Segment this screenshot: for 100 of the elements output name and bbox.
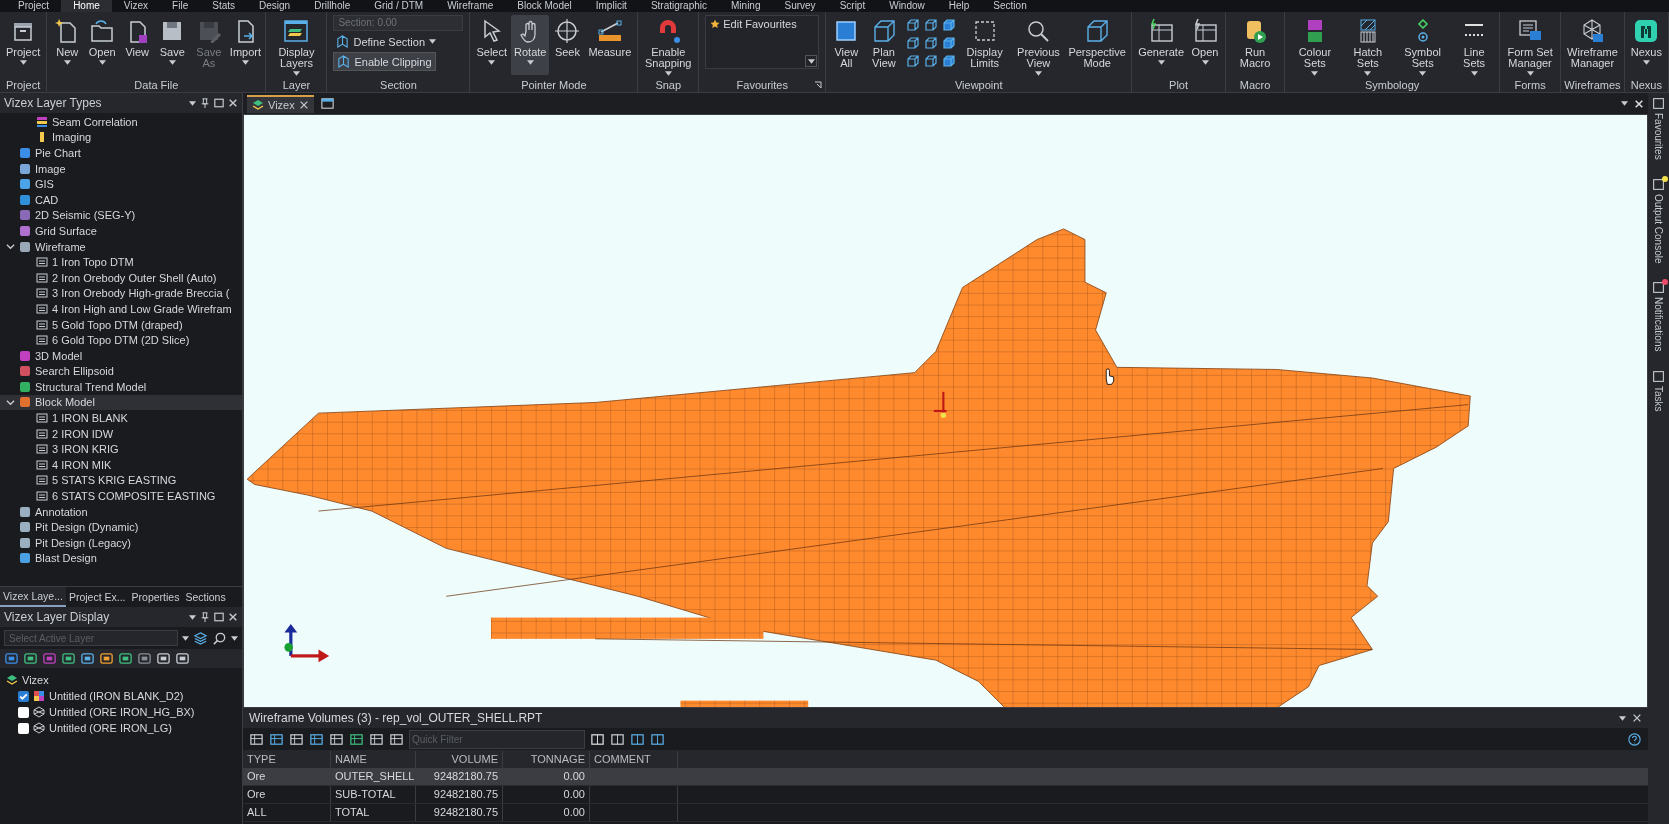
tree-item[interactable]: CAD [0,191,242,208]
ribbon-button[interactable]: Open [1188,15,1222,75]
tree-item[interactable]: Seam Correlation [0,114,242,130]
toolbar-icon[interactable] [249,731,264,747]
ribbon-button[interactable]: Import [228,15,263,75]
ribbon-button[interactable]: Previous View [1011,15,1066,75]
tree-item[interactable]: 3 Iron Orebody High-grade Breccia ( [0,285,242,302]
panel-tab[interactable]: Project Ex... [65,588,129,606]
tree-item[interactable]: Image [0,160,242,177]
ribbon-button[interactable]: View All [829,15,864,75]
layer-checkbox[interactable] [18,722,29,734]
ribbon-button[interactable]: Display Layers [269,15,324,75]
toolbar-icon[interactable] [309,731,324,747]
layers-icon[interactable] [193,630,208,646]
toolbar-icon[interactable] [61,651,76,666]
menu-tab[interactable]: Implicit [583,0,639,12]
ribbon-button[interactable]: Select [473,15,511,75]
favourites-item[interactable]: Edit Favourites [706,16,819,32]
tree-item[interactable]: 5 STATS KRIG EASTING [0,472,242,489]
toolbar-icon[interactable] [156,651,171,666]
layer-checkbox[interactable] [18,706,29,718]
view-direction-button[interactable] [922,35,940,52]
close-icon[interactable] [1632,713,1642,723]
menu-tab[interactable]: Window [877,0,937,12]
column-header[interactable]: COMMENT [590,750,678,768]
tree-item[interactable]: Pit Design (Dynamic) [0,519,242,536]
maximize-icon[interactable] [214,98,224,108]
panel-tab[interactable]: Properties [128,588,183,606]
view-direction-button[interactable] [940,35,958,52]
tree-item[interactable]: 1 Iron Topo DTM [0,254,242,270]
tree-item[interactable]: Vizex [22,674,49,686]
toolbar-icon[interactable] [80,651,95,666]
chevron-icon[interactable] [6,242,15,252]
tree-item[interactable]: 4 IRON MIK [0,457,242,473]
menu-tab[interactable]: Script [827,0,878,12]
ribbon-button[interactable]: Nexus [1627,15,1665,75]
tree-item[interactable]: Structural Trend Model [0,379,242,395]
tree-item[interactable]: 2 Iron Orebody Outer Shell (Auto) [0,269,242,286]
help-icon[interactable] [1627,731,1642,747]
menu-tab[interactable]: Vizex [111,0,161,12]
tree-item[interactable]: Imaging [0,129,242,146]
tree-item[interactable]: Untitled (ORE IRON_HG_BX) [49,706,195,718]
toolbar-icon[interactable] [590,731,605,747]
close-icon[interactable] [1634,98,1644,109]
ribbon-button[interactable]: Wireframe Manager [1564,15,1621,75]
view-direction-button[interactable] [940,53,958,70]
tree-item[interactable]: Wireframe [0,238,242,255]
ribbon-button[interactable]: Measure [585,15,635,75]
ribbon-button[interactable]: Seek [550,15,585,75]
panel-tab[interactable]: Vizex Laye... [0,587,66,607]
table-row[interactable]: ALL TOTAL 92482180.75 0.00 [243,804,1648,822]
chevron-icon[interactable] [6,398,15,407]
define-section-button[interactable]: Define Section [333,33,439,50]
menu-tab[interactable]: Project [6,0,62,12]
ribbon-button[interactable]: View [120,15,155,75]
tree-item[interactable]: Blast Design [0,550,242,567]
tree-item[interactable]: 2 IRON IDW [0,425,242,442]
menu-tab[interactable]: Grid / DTM [362,0,436,12]
menu-tab[interactable]: Survey [772,0,828,12]
tree-item[interactable]: 6 STATS COMPOSITE EASTING [0,488,242,504]
toolbar-icon[interactable] [175,651,190,666]
toolbar-icon[interactable] [610,731,625,747]
toolbar-icon[interactable] [118,651,133,666]
menu-tab[interactable]: Home [61,0,112,12]
tree-item[interactable]: 3 IRON KRIG [0,441,242,458]
tree-item[interactable]: Untitled (IRON BLANK_D2) [49,690,184,702]
close-icon[interactable] [228,98,238,108]
pin-icon[interactable] [200,98,210,108]
search-icon[interactable] [212,630,227,646]
new-tab-icon[interactable] [319,96,335,111]
menu-tab[interactable]: Section [981,0,1039,12]
menu-tab[interactable]: Wireframe [435,0,506,12]
ribbon-button[interactable]: Project [3,15,44,75]
tree-item[interactable]: 6 Gold Topo DTM (2D Slice) [0,332,242,348]
tree-item[interactable]: Block Model [0,394,242,411]
view-direction-button[interactable] [940,17,958,34]
tree-item[interactable]: 1 IRON BLANK [0,410,242,426]
toolbar-icon[interactable] [389,731,404,747]
toolbar-icon[interactable] [369,731,384,747]
panel-tab[interactable]: Sections [182,588,229,606]
table-row[interactable]: Ore SUB-TOTAL 92482180.75 0.00 [243,786,1648,804]
tree-item[interactable]: Pit Design (Legacy) [0,535,242,551]
ribbon-button[interactable]: Hatch Sets [1342,15,1394,75]
side-panel-tab[interactable]: Notifications [1652,281,1665,352]
close-icon[interactable] [298,99,309,110]
tree-item[interactable]: 3D Model [0,347,242,364]
pin-icon[interactable] [200,612,210,622]
tree-item[interactable]: 2D Seismic (SEG-Y) [0,207,242,224]
menu-tab[interactable]: Block Model [505,0,584,12]
enable-clipping-toggle[interactable]: Enable Clipping [333,52,436,71]
ribbon-button[interactable]: Colour Sets [1288,15,1342,75]
toolbar-icon[interactable] [650,731,665,747]
tree-item[interactable]: Annotation [0,503,242,520]
toolbar-icon[interactable] [23,651,38,666]
side-panel-tab[interactable]: Favourites [1652,97,1665,160]
ribbon-button[interactable]: Plan View [864,15,904,75]
view-direction-button[interactable] [904,35,922,52]
tree-item[interactable]: Pie Chart [0,145,242,161]
tree-item[interactable]: Untitled (ORE IRON_LG) [49,722,172,734]
menu-tab[interactable]: Design [247,0,303,12]
